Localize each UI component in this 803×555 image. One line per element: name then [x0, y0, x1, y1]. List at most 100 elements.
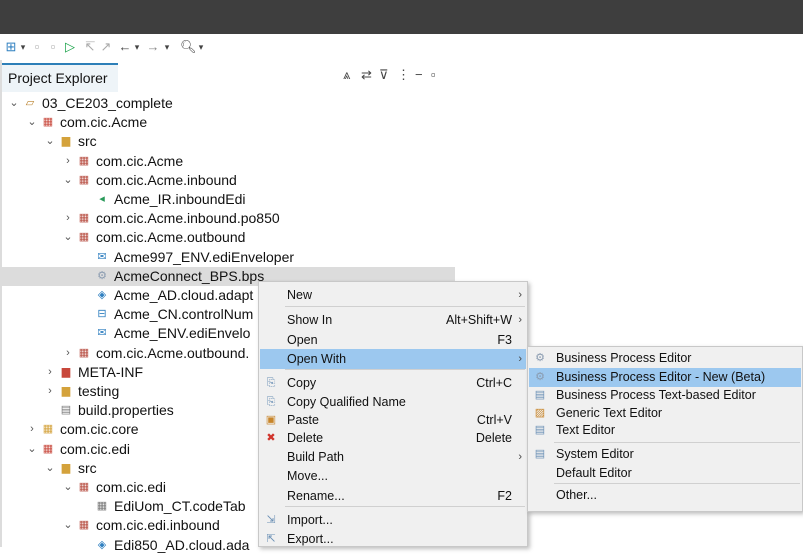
menu-item-rename[interactable]: Rename... F2: [260, 486, 526, 506]
menu-separator: [285, 506, 525, 507]
open-with-default-editor[interactable]: Default Editor: [529, 464, 801, 483]
package-icon: ▦: [78, 212, 90, 225]
open-with-label: Business Process Editor - New (Beta): [556, 370, 766, 384]
package-icon: ▦: [78, 481, 90, 493]
tree-item-label: Acme_CN.controlNum: [114, 306, 254, 323]
tree-item-label: testing: [78, 383, 120, 399]
menu-item-open-with[interactable]: Open With ›: [260, 349, 526, 369]
tree-item[interactable]: ✉ Acme997_ENV.ediEnveloper: [0, 248, 455, 267]
tree-item-label: com.cic.Acme.outbound: [96, 229, 246, 246]
gear-icon: ⚙: [535, 352, 545, 364]
chevron-right-icon[interactable]: ›: [62, 209, 74, 228]
chevron-down-icon[interactable]: ⌄: [62, 516, 74, 535]
chevron-right-icon[interactable]: ›: [44, 382, 56, 401]
tab-project-explorer[interactable]: Project Explorer: [2, 63, 118, 92]
tree-item-label: com.cic.Acme.inbound.po850: [96, 210, 280, 227]
open-with-other[interactable]: Other...: [529, 486, 801, 505]
search-icon[interactable]: 🔍︎: [180, 38, 197, 56]
package-icon: ▦: [78, 173, 90, 186]
menu-item-show-in[interactable]: Show In Alt+Shift+W ›: [260, 310, 526, 330]
menu-separator: [285, 369, 525, 370]
back-icon[interactable]: ←: [118, 38, 132, 56]
chevron-down-icon[interactable]: ⌄: [44, 132, 56, 151]
menu-item-delete[interactable]: ✖ Delete Delete: [260, 428, 526, 448]
open-with-business-process-editor-new-beta[interactable]: ⚙ Business Process Editor - New (Beta): [529, 368, 801, 387]
back-history-icon[interactable]: ↸: [82, 38, 98, 56]
new-dropdown-icon[interactable]: ▾: [18, 38, 28, 56]
tree-item[interactable]: ⌄ ▦ com.cic.Acme: [0, 113, 455, 132]
menu-item-copy-qualified-name[interactable]: ⎘ Copy Qualified Name: [260, 392, 526, 412]
forward-dropdown-icon[interactable]: ▾: [162, 38, 172, 56]
open-with-submenu: ⚙ Business Process Editor ⚙ Business Proces…: [527, 346, 803, 512]
project-icon: ▦: [42, 442, 54, 455]
chevron-down-icon[interactable]: ⌄: [26, 440, 38, 459]
submenu-arrow-icon: ›: [518, 314, 522, 326]
tree-item[interactable]: › ▦ com.cic.Acme.inbound.po850: [0, 209, 455, 228]
save-all-icon[interactable]: ▫: [46, 38, 60, 56]
chevron-right-icon[interactable]: ›: [44, 363, 56, 382]
menu-item-shortcut: Ctrl+C: [476, 376, 512, 390]
filter-icon[interactable]: ⊽: [379, 64, 389, 86]
open-with-label: System Editor: [556, 447, 634, 461]
maximize-icon[interactable]: ▫: [431, 64, 436, 86]
tree-item[interactable]: › ▦ com.cic.Acme: [0, 152, 455, 171]
new-icon[interactable]: ⊞: [4, 38, 18, 56]
tree-item[interactable]: ⌄ ▆ src: [0, 132, 455, 151]
chevron-right-icon[interactable]: ›: [62, 152, 74, 171]
menu-item-export[interactable]: ⇱ Export...: [260, 529, 526, 549]
forward-icon[interactable]: →: [146, 38, 160, 56]
chevron-down-icon[interactable]: ⌄: [62, 228, 74, 247]
title-bar: [0, 0, 803, 34]
tree-item[interactable]: ⌄ ▦ com.cic.Acme.outbound: [0, 228, 455, 247]
collapse-all-icon[interactable]: ⩓: [343, 64, 350, 86]
chevron-right-icon[interactable]: ›: [62, 344, 74, 363]
view-menu-icon[interactable]: ⋮: [397, 64, 410, 86]
code-table-icon: ▦: [96, 500, 108, 513]
open-with-business-process-editor[interactable]: ⚙ Business Process Editor: [529, 349, 801, 368]
menu-item-label: Paste: [287, 413, 319, 427]
minimize-icon[interactable]: −: [415, 64, 423, 86]
menu-item-build-path[interactable]: Build Path ›: [260, 447, 526, 467]
menu-item-label: Open: [287, 333, 318, 347]
chevron-down-icon[interactable]: ⌄: [44, 459, 56, 478]
text-file-icon: ▤: [534, 424, 546, 436]
tree-item[interactable]: ⌄ ▱ 03_CE203_complete: [0, 94, 455, 113]
link-with-editor-icon[interactable]: ⇄: [361, 64, 372, 86]
menu-item-paste[interactable]: ▣ Paste Ctrl+V: [260, 410, 526, 430]
open-with-label: Other...: [556, 488, 597, 502]
tree-item-label: com.cic.Acme: [60, 114, 148, 131]
open-with-business-process-text-based-editor[interactable]: ▤ Business Process Text-based Editor: [529, 386, 801, 405]
menu-item-label: Copy Qualified Name: [287, 395, 406, 409]
tree-item[interactable]: ◂ Acme_IR.inboundEdi: [0, 190, 455, 209]
run-icon[interactable]: ▷: [63, 38, 77, 56]
gear-icon: ⚙: [535, 371, 545, 383]
menu-item-import[interactable]: ⇲ Import...: [260, 510, 526, 530]
tree-item-label: src: [78, 133, 97, 150]
back-dropdown-icon[interactable]: ▾: [132, 38, 142, 56]
export-icon: ⇱: [266, 533, 276, 545]
chevron-down-icon[interactable]: ⌄: [26, 113, 38, 132]
open-with-system-editor[interactable]: ▤ System Editor: [529, 445, 801, 464]
save-icon[interactable]: ▫: [30, 38, 44, 56]
menu-item-new[interactable]: New ›: [260, 285, 526, 305]
menu-item-copy[interactable]: ⎘ Copy Ctrl+C: [260, 373, 526, 393]
submenu-arrow-icon: ›: [518, 289, 522, 301]
chevron-down-icon[interactable]: ⌄: [62, 171, 74, 190]
open-with-text-editor[interactable]: ▤ Text Editor: [529, 421, 801, 440]
chevron-down-icon[interactable]: ⌄: [62, 478, 74, 497]
tree-item-label: Edi850_AD.cloud.ada: [114, 536, 250, 553]
copy-icon: ⎘: [266, 377, 276, 389]
inbound-edi-icon: ◂: [99, 193, 105, 205]
menu-item-open[interactable]: Open F3: [260, 330, 526, 350]
tree-item[interactable]: ⌄ ▦ com.cic.Acme.inbound: [0, 171, 455, 190]
forward-history-icon[interactable]: ↗: [98, 38, 114, 56]
search-dropdown-icon[interactable]: ▾: [196, 38, 206, 56]
menu-item-shortcut: Alt+Shift+W: [446, 313, 512, 327]
project-folder-icon: ▱: [25, 97, 35, 109]
chevron-right-icon[interactable]: ›: [26, 420, 38, 439]
chevron-down-icon[interactable]: ⌄: [8, 94, 20, 113]
menu-item-move[interactable]: Move...: [260, 466, 526, 486]
submenu-arrow-icon: ›: [518, 451, 522, 463]
menu-item-label: Open With: [287, 352, 347, 366]
tree-item-label: EdiUom_CT.codeTab: [114, 498, 246, 515]
